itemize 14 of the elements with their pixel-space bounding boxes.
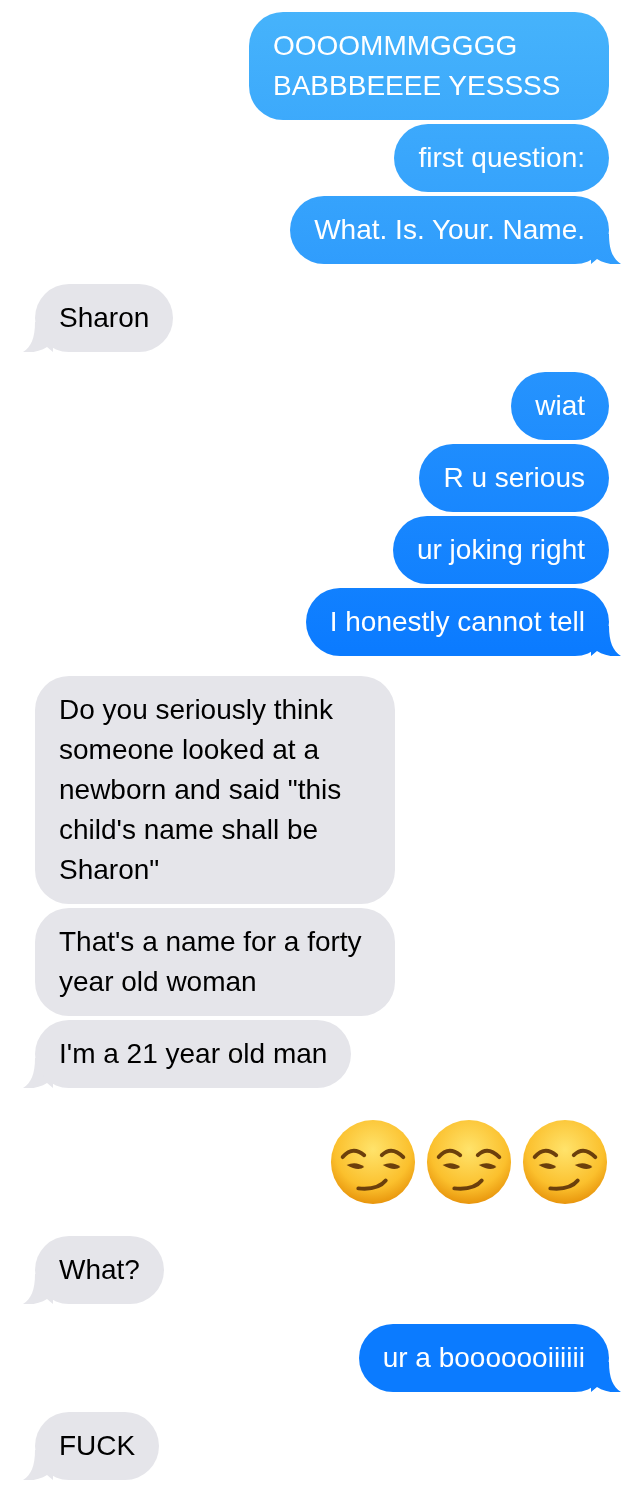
- message-bubble: first question:: [394, 124, 609, 192]
- message-bubble: What. Is. Your. Name.: [290, 196, 609, 264]
- message-bubble: Sharon: [35, 284, 174, 352]
- message-bubble: I'm a 21 year old man: [35, 1020, 352, 1088]
- message-bubble: Do you seriously think someone looked at a newborn and said "this child's name shall be Sharon": [35, 676, 395, 904]
- message-bubble: That's a name for a forty year old woman: [35, 908, 395, 1016]
- message-bubble: OOOOMMMGGGG BABBBEEEE YESSSS: [249, 12, 609, 120]
- message-bubble: ur joking right: [392, 516, 609, 584]
- message-bubble: wiat: [511, 372, 609, 440]
- message-bubble: R u serious: [419, 444, 609, 512]
- message-bubble: I honestly cannot tell: [305, 588, 609, 656]
- message-bubble: FUCK: [35, 1412, 160, 1480]
- message-bubble: What?: [35, 1236, 164, 1304]
- message-bubble: ur a booooooiiiiii: [358, 1324, 609, 1392]
